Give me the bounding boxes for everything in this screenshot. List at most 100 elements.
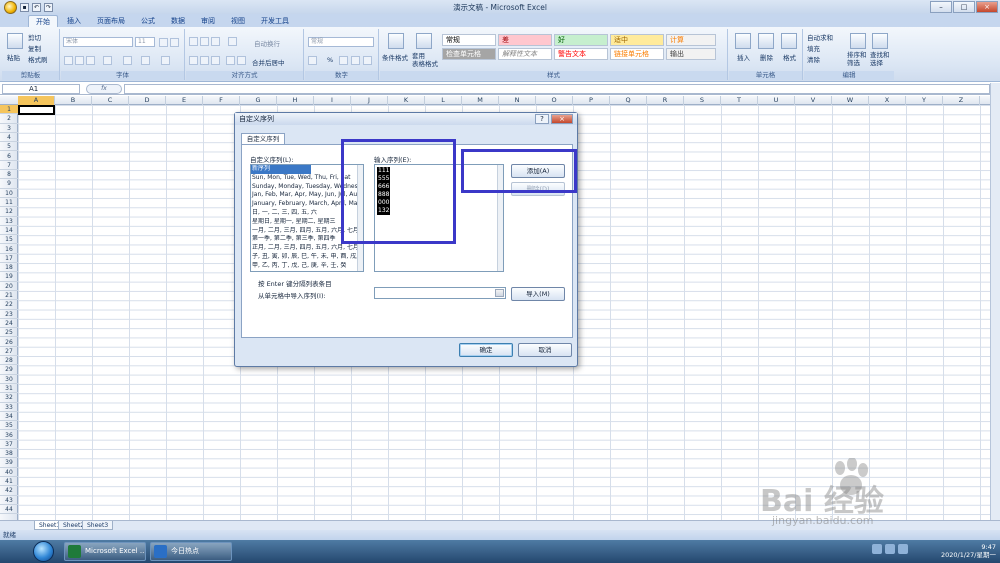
font-size-box[interactable]: 11 xyxy=(135,37,155,47)
align-bottom-icon[interactable] xyxy=(211,37,220,46)
tab-review[interactable]: 审阅 xyxy=(194,15,222,27)
row-header[interactable]: 3 xyxy=(0,124,18,133)
clock[interactable]: 9:47 2020/1/27/星期一 xyxy=(941,543,996,559)
row-header[interactable]: 15 xyxy=(0,235,18,245)
format-cells-button[interactable]: 格式 xyxy=(783,52,796,62)
row-header[interactable]: 7 xyxy=(0,161,18,171)
row-header[interactable]: 1 xyxy=(0,105,18,115)
column-header[interactable]: Y xyxy=(906,96,943,105)
column-header[interactable]: H xyxy=(277,96,314,105)
autosum-button[interactable]: 自动求和 xyxy=(807,32,833,42)
conditional-format-icon[interactable] xyxy=(388,33,404,49)
align-center-icon[interactable] xyxy=(200,56,209,65)
row-header[interactable]: 36 xyxy=(0,431,18,440)
style-explanatory[interactable]: 解释性文本 xyxy=(498,48,552,60)
row-header[interactable]: 34 xyxy=(0,412,18,422)
decrease-indent-icon[interactable] xyxy=(226,56,235,65)
find-select-button[interactable]: 查找和 选择 xyxy=(870,51,890,67)
style-calculation[interactable]: 计算 xyxy=(666,34,716,46)
row-header[interactable]: 11 xyxy=(0,198,18,208)
style-neutral[interactable]: 适中 xyxy=(610,34,664,46)
row-header[interactable]: 23 xyxy=(0,310,18,319)
format-painter-button[interactable]: 格式刷 xyxy=(28,54,48,64)
row-header[interactable]: 42 xyxy=(0,486,18,496)
row-header[interactable]: 4 xyxy=(0,133,18,143)
row-header[interactable]: 22 xyxy=(0,300,18,310)
tab-home[interactable]: 开始 xyxy=(28,15,58,27)
align-right-icon[interactable] xyxy=(211,56,220,65)
dialog-close-button[interactable]: × xyxy=(551,114,573,124)
delete-cells-icon[interactable] xyxy=(758,33,774,49)
cancel-button[interactable]: 取消 xyxy=(518,343,572,357)
row-header[interactable]: 21 xyxy=(0,291,18,301)
formula-input[interactable] xyxy=(124,84,990,94)
tab-page-layout[interactable]: 页面布局 xyxy=(90,15,132,27)
merge-center-button[interactable]: 合并后居中 xyxy=(252,57,285,67)
column-header[interactable]: Z xyxy=(943,96,980,105)
style-warning[interactable]: 警告文本 xyxy=(554,48,608,60)
dialog-help-button[interactable]: ? xyxy=(535,114,549,124)
style-good[interactable]: 好 xyxy=(554,34,608,46)
row-header[interactable]: 30 xyxy=(0,375,18,384)
row-header[interactable]: 39 xyxy=(0,458,18,468)
delete-cells-button[interactable]: 删除 xyxy=(760,52,773,62)
sort-filter-button[interactable]: 排序和 筛选 xyxy=(847,51,867,67)
row-header[interactable]: 25 xyxy=(0,328,18,338)
orientation-icon[interactable] xyxy=(228,37,237,46)
underline-icon[interactable] xyxy=(86,56,95,65)
insert-cells-icon[interactable] xyxy=(735,33,751,49)
column-header[interactable]: I xyxy=(314,96,351,105)
row-header[interactable]: 28 xyxy=(0,356,18,366)
row-header[interactable]: 35 xyxy=(0,421,18,431)
row-header[interactable]: 24 xyxy=(0,319,18,329)
column-header[interactable]: V xyxy=(795,96,832,105)
font-name-box[interactable]: 宋体 xyxy=(63,37,133,47)
column-header[interactable]: R xyxy=(647,96,684,105)
row-header[interactable]: 43 xyxy=(0,496,18,505)
volume-icon[interactable] xyxy=(898,544,908,554)
tab-data[interactable]: 数据 xyxy=(164,15,192,27)
paste-button[interactable]: 粘贴 xyxy=(7,52,20,62)
row-header[interactable]: 29 xyxy=(0,365,18,375)
row-header[interactable]: 2 xyxy=(0,114,18,124)
tab-developer[interactable]: 开发工具 xyxy=(254,15,296,27)
column-header[interactable]: B xyxy=(55,96,92,105)
column-header[interactable]: M xyxy=(462,96,499,105)
column-header[interactable]: F xyxy=(203,96,240,105)
row-header[interactable]: 14 xyxy=(0,226,18,236)
insert-cells-button[interactable]: 插入 xyxy=(737,52,750,62)
decrease-decimal-icon[interactable] xyxy=(363,56,372,65)
name-box[interactable]: A1 xyxy=(2,84,80,94)
insert-function-button[interactable]: fx xyxy=(86,84,122,94)
row-header[interactable]: 26 xyxy=(0,338,18,347)
format-cells-icon[interactable] xyxy=(781,33,797,49)
column-header[interactable]: X xyxy=(869,96,906,105)
row-header[interactable]: 5 xyxy=(0,142,18,152)
fill-color-icon[interactable] xyxy=(123,56,132,65)
column-header[interactable]: A xyxy=(18,96,55,105)
row-header[interactable]: 16 xyxy=(0,245,18,254)
column-header[interactable]: E xyxy=(166,96,203,105)
italic-icon[interactable] xyxy=(75,56,84,65)
percent-button[interactable]: % xyxy=(327,56,333,64)
tab-insert[interactable]: 插入 xyxy=(60,15,88,27)
column-header[interactable]: K xyxy=(388,96,425,105)
ok-button[interactable]: 确定 xyxy=(459,343,513,357)
grow-font-icon[interactable] xyxy=(159,38,168,47)
currency-icon[interactable] xyxy=(308,56,317,65)
sort-filter-icon[interactable] xyxy=(850,33,866,49)
row-header[interactable]: 31 xyxy=(0,384,18,394)
row-header[interactable]: 17 xyxy=(0,254,18,264)
align-top-icon[interactable] xyxy=(189,37,198,46)
row-header[interactable]: 44 xyxy=(0,505,18,515)
vertical-scrollbar[interactable] xyxy=(990,83,1000,520)
taskbar-news[interactable]: 今日热点 xyxy=(150,542,232,561)
clear-button[interactable]: 清除 xyxy=(807,54,820,64)
taskbar-excel[interactable]: Microsoft Excel ... xyxy=(64,542,146,561)
column-header[interactable]: S xyxy=(684,96,721,105)
column-header[interactable]: W xyxy=(832,96,869,105)
increase-indent-icon[interactable] xyxy=(237,56,246,65)
column-header[interactable]: O xyxy=(536,96,573,105)
row-header[interactable]: 41 xyxy=(0,477,18,487)
style-output[interactable]: 输出 xyxy=(666,48,716,60)
